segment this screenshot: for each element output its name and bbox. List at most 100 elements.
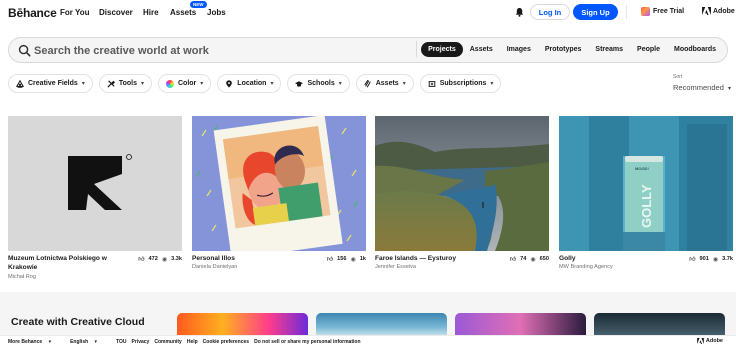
subscriptions-icon [428,80,435,87]
filter-tools[interactable]: Tools ▾ [98,74,152,93]
filter-bar: Creative Fields ▾ Tools ▾ Color ▾ Locati… [8,74,502,94]
bell-icon[interactable] [515,7,524,17]
free-trial-link[interactable]: Free Trial [641,7,684,16]
footer-link-help[interactable]: Help [187,339,198,345]
footer-link-tou[interactable]: TOU [116,339,126,345]
footer-adobe-link[interactable]: Adobe [697,338,728,344]
tab-moodboards[interactable]: Moodboards [667,42,723,57]
thumbs-up-icon: 👍︎ [326,257,334,263]
tab-people[interactable]: People [630,42,667,57]
footer: More Behance ▾ English ▾ TOU Privacy Com… [0,335,736,347]
tab-prototypes[interactable]: Prototypes [538,42,589,57]
likes-count: 74 [520,256,527,262]
search-input[interactable] [34,43,394,58]
title-line: Krakowie [8,263,38,271]
header-divider [626,5,627,19]
nav-for-you[interactable]: For You [60,8,89,17]
footer-link-do-not-sell[interactable]: Do not sell or share my personal informa… [254,339,360,345]
views-count: 1k [359,256,366,262]
project-title[interactable]: Muzeum Lotnictwa Polskiego w Krakowie [8,255,107,272]
footer-link-cookies[interactable]: Cookie preferences [203,339,249,345]
filter-assets[interactable]: Assets ▾ [355,74,414,93]
search-tabs: Projects Assets Images Prototypes Stream… [412,41,723,57]
tab-images[interactable]: Images [500,42,538,57]
creative-cloud-tile[interactable] [177,313,308,337]
project-thumbnail[interactable] [8,116,182,251]
nav-assets[interactable]: Assets [170,8,196,17]
views-count: 650 [539,256,549,262]
project-card[interactable]: Muzeum Lotnictwa Polskiego w Krakowie Mi… [8,116,182,280]
filter-color[interactable]: Color ▾ [158,74,212,93]
project-title[interactable]: Faroe Islands — Eysturoy [375,255,456,264]
filter-label: Color [178,80,197,87]
filter-creative-fields[interactable]: Creative Fields ▾ [8,74,93,93]
chevron-down-icon: ▾ [140,81,144,87]
footer-link-community[interactable]: Community [154,339,182,345]
golly-can-image: MOOD! GOLLY [559,116,733,251]
thumbs-up-icon: 👍︎ [689,257,696,263]
project-title[interactable]: Personal Illos [192,255,235,264]
language-label: English [70,338,89,345]
adobe-logo-icon [702,7,711,15]
filter-label: Subscriptions [439,80,487,87]
assets-icon [364,79,371,87]
free-trial-label: Free Trial [653,8,685,15]
tools-icon [107,79,115,88]
project-owner[interactable]: Michał Rog [8,274,36,280]
sort-value: Recommended [673,83,724,92]
project-card[interactable]: Faroe Islands — Eysturoy Jennifer Esseiv… [375,116,549,270]
project-owner[interactable]: Daniela Danielyan [192,264,237,270]
chevron-down-icon: ▾ [490,81,494,87]
tab-projects[interactable]: Projects [421,41,463,57]
creative-cloud-section: Create with Creative Cloud [0,292,736,337]
project-thumbnail[interactable] [192,116,366,251]
nav-jobs[interactable]: Jobs [207,8,226,17]
footer-link-privacy[interactable]: Privacy [132,339,150,345]
behance-logo[interactable]: Bēhance [8,6,57,20]
filter-label: Schools [307,80,335,87]
project-stats: 👍︎ 156 ◉ 1k [327,255,366,263]
language-selector[interactable]: English ▾ [70,339,97,345]
signup-button[interactable]: Sign Up [573,4,618,20]
filter-subscriptions[interactable]: Subscriptions ▾ [419,74,502,93]
filter-label: Tools [118,80,137,87]
creative-cloud-icon [641,7,650,16]
project-card[interactable]: MOOD! GOLLY Golly MW Branding Agency 👍︎ … [559,116,733,270]
filter-label: Creative Fields [28,80,78,87]
creative-cloud-tile[interactable] [316,313,447,337]
sort-dropdown[interactable]: Recommended ▾ [673,83,731,92]
nav-discover[interactable]: Discover [99,8,133,17]
thumbs-up-icon: 👍︎ [509,257,517,263]
section-title: Create with Creative Cloud [11,316,145,328]
project-owner[interactable]: MW Branding Agency [559,264,613,270]
project-owner[interactable]: Jennifer Esseiva [375,264,416,270]
project-card[interactable]: Personal Illos Daniela Danielyan 👍︎ 156 … [192,116,366,270]
search-bar: Projects Assets Images Prototypes Stream… [8,37,728,63]
login-button[interactable]: Log In [530,4,570,20]
thumbs-up-icon: 👍︎ [138,257,145,263]
filter-location[interactable]: Location ▾ [217,74,282,93]
creative-cloud-tile[interactable] [455,313,586,337]
adobe-link[interactable]: Adobe [702,7,735,15]
likes-count: 901 [699,256,709,262]
golly-can-brand-text: GOLLY [639,184,654,228]
creative-cloud-tile[interactable] [594,313,725,337]
likes-count: 472 [148,256,158,262]
views-count: 3.3k [171,256,182,262]
filter-schools[interactable]: Schools ▾ [287,74,350,93]
golly-can-top-text: MOOD! [635,166,649,171]
search-separator [416,41,418,57]
project-thumbnail[interactable] [375,116,549,251]
eye-icon: ◉ [712,256,719,263]
color-wheel-icon [166,79,174,88]
eye-icon: ◉ [161,256,168,263]
project-thumbnail[interactable]: MOOD! GOLLY [559,116,733,251]
tab-assets[interactable]: Assets [463,42,500,57]
more-behance-link[interactable]: More Behance ▾ [8,339,51,345]
project-title[interactable]: Golly [559,255,576,264]
tab-streams[interactable]: Streams [588,42,630,57]
adobe-label: Adobe [713,7,735,15]
project-stats: 👍︎ 901 ◉ 3.7k [689,255,733,263]
nav-hire[interactable]: Hire [143,8,159,17]
museum-logo-image [68,154,132,210]
